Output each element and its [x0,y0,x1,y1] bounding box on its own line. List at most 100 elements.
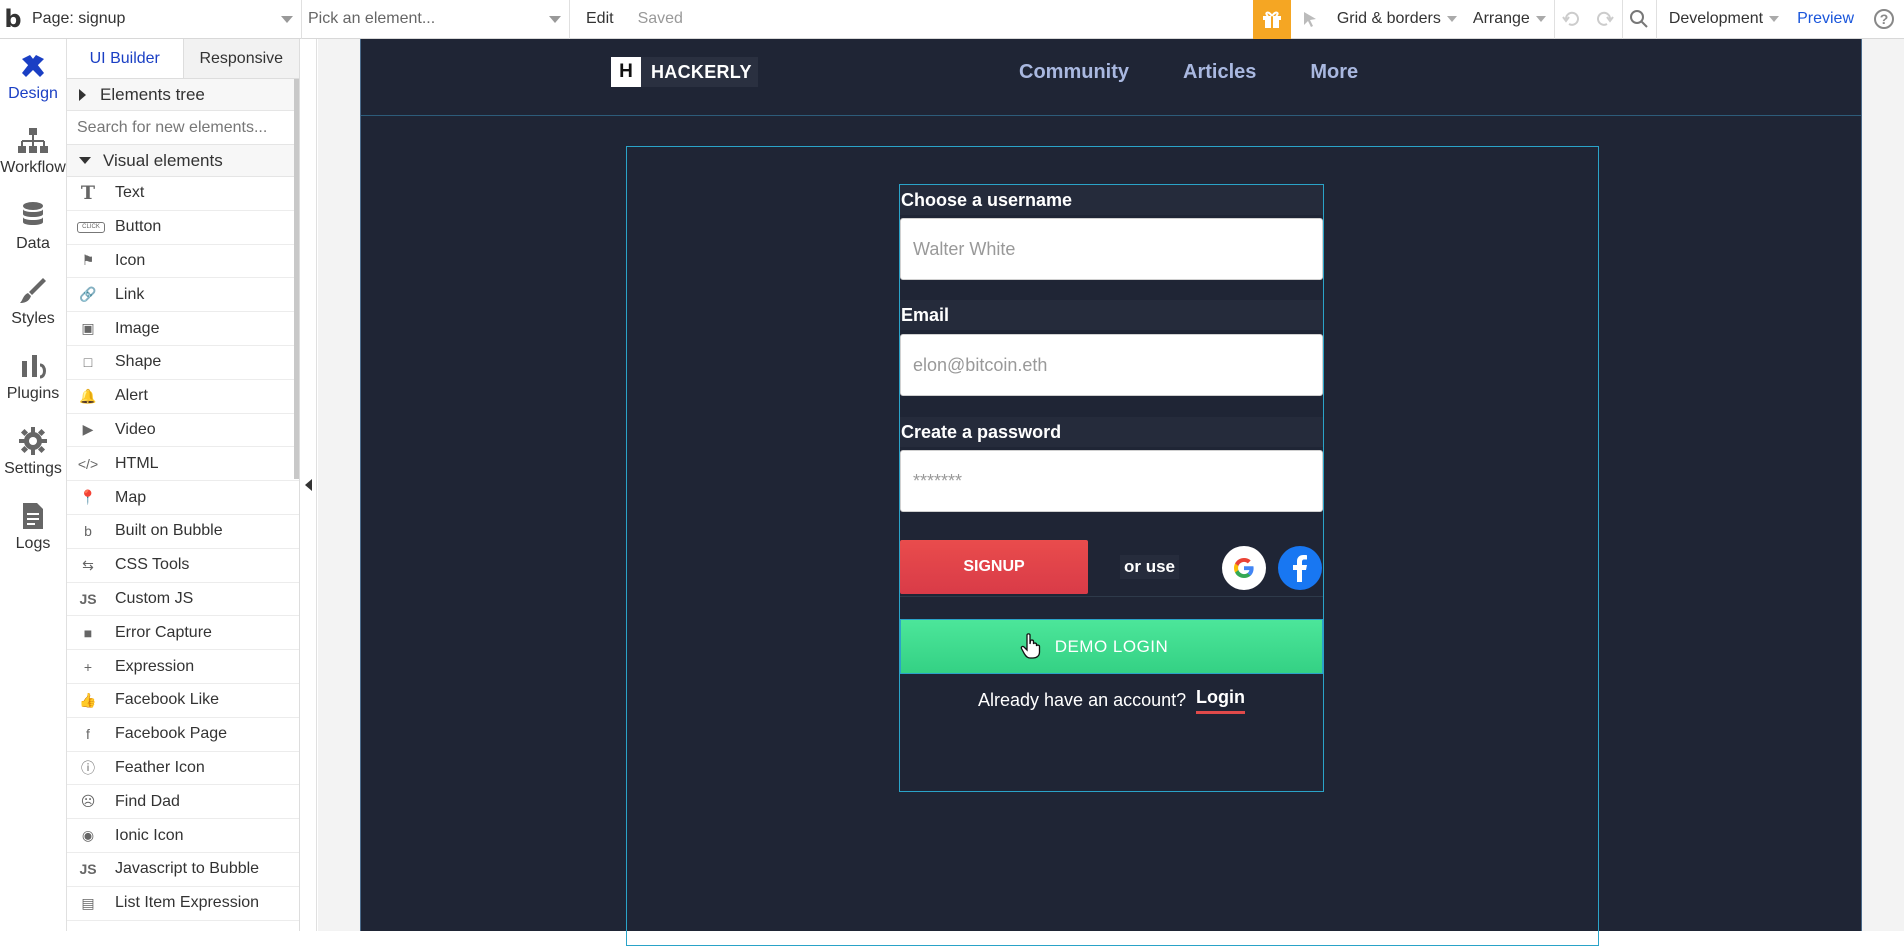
element-item-link[interactable]: 🔗 Link [67,278,299,313]
element-item-button[interactable]: CLICK Button [67,211,299,245]
chevron-down-icon [281,15,293,23]
element-item-expression[interactable]: + Expression [67,650,299,684]
element-item-shape[interactable]: □ Shape [67,346,299,380]
gift-icon[interactable] [1252,0,1291,39]
rail-label: Plugins [6,384,60,402]
visual-elements-toggle[interactable]: Visual elements [67,145,299,177]
element-item-facebook-page[interactable]: f Facebook Page [67,718,299,752]
element-item-built-on-bubble[interactable]: b Built on Bubble [67,515,299,549]
signup-form[interactable]: Choose a username Walter White Email elo… [899,184,1324,792]
element-picker[interactable]: Pick an element... [302,0,570,39]
rail-label: Data [16,234,50,252]
elements-tree-label: Elements tree [100,84,205,104]
nav-community[interactable]: Community [1019,61,1129,84]
chevron-down-icon [549,15,561,23]
nav-more[interactable]: More [1310,61,1358,84]
panel-collapse-handle[interactable] [300,39,317,931]
text-icon: T [80,182,96,205]
element-item-label: List Item Expression [115,894,260,912]
expression-icon: + [83,658,93,675]
grid-borders-menu[interactable]: Grid & borders [1329,0,1465,39]
panel-tabs: UI Builder Responsive [67,39,299,79]
element-item-label: Text [115,184,145,202]
rail-logs[interactable]: Logs [0,489,66,564]
brand-logo[interactable]: H HACKERLY [611,57,758,87]
redo-icon[interactable] [1588,0,1622,39]
element-item-label: HTML [115,454,159,472]
rail-workflow[interactable]: Workflow [0,114,66,189]
brand-mark: H [611,57,641,87]
rail-label: Styles [11,309,55,327]
image-icon: ▣ [81,320,95,337]
elements-tree-toggle[interactable]: Elements tree [67,79,299,111]
facebook-page-icon: f [86,726,90,743]
element-item-ionic-icon[interactable]: ◉ Ionic Icon [67,819,299,853]
email-input[interactable]: elon@bitcoin.eth [900,334,1323,396]
chevron-right-icon [79,88,86,101]
environment-select[interactable]: Development [1655,0,1787,39]
password-input[interactable]: ******* [900,450,1323,512]
select-cursor-icon[interactable] [1291,0,1329,39]
gear-icon [19,426,47,455]
visual-elements-list: T Text CLICK Button ⚑ Icon 🔗 Link ▣ Image □ Shape 🔔 A… [67,177,299,921]
page-signup[interactable]: H HACKERLY Community Articles More Choos… [360,39,1862,946]
rail-design[interactable]: Design [0,39,66,114]
design-icon [22,54,44,77]
database-icon [23,201,43,225]
page-selector[interactable]: Page: signup [26,0,302,39]
tab-responsive[interactable]: Responsive [183,39,299,78]
facebook-login-button[interactable] [1278,546,1322,590]
saved-status: Saved [637,10,683,27]
edit-menu[interactable]: Edit [570,0,626,39]
element-item-label: CSS Tools [115,556,190,574]
rail-label: Logs [15,534,51,552]
help-button[interactable]: ? [1864,0,1904,39]
rail-data[interactable]: Data [0,189,66,264]
element-search-input[interactable] [77,118,287,137]
element-item-facebook-like[interactable]: 👍 Facebook Like [67,684,299,718]
chevron-down-icon [1535,16,1546,22]
element-item-css-tools[interactable]: ⇆ CSS Tools [67,549,299,583]
arrange-label: Arrange [1472,10,1530,27]
google-login-button[interactable] [1222,546,1266,590]
bubble-logo-icon[interactable]: b [0,0,26,39]
rail-styles[interactable]: Styles [0,264,66,339]
element-item-video[interactable]: ▶ Video [67,414,299,448]
rail-label: Settings [4,459,62,477]
element-item-html[interactable]: </> HTML [67,447,299,482]
element-item-error-capture[interactable]: ■ Error Capture [67,616,299,651]
visual-elements-label: Visual elements [103,150,223,170]
login-link[interactable]: Login [1196,687,1245,714]
element-item-image[interactable]: ▣ Image [67,312,299,346]
element-item-list-item-expression[interactable]: ▤ List Item Expression [67,887,299,921]
environment-label: Development [1668,10,1764,27]
rail-plugins[interactable]: Plugins [0,339,66,414]
username-label: Choose a username [900,185,1323,215]
element-item-javascript-to-bubble[interactable]: JS Javascript to Bubble [67,853,299,887]
search-icon[interactable] [1621,0,1656,39]
rail-settings[interactable]: Settings [0,414,66,489]
nav-articles[interactable]: Articles [1183,61,1256,84]
tab-ui-builder[interactable]: UI Builder [67,39,184,78]
preview-button[interactable]: Preview [1787,0,1864,39]
element-item-label: Javascript to Bubble [115,860,260,878]
element-item-feather-icon[interactable]: ⓘ Feather Icon [67,752,299,786]
site-header[interactable]: H HACKERLY Community Articles More [361,39,1861,116]
left-rail: Design Workflow Data Styles Plugins Sett… [0,39,67,931]
element-item-label: Expression [115,657,195,675]
username-input[interactable]: Walter White [900,218,1323,280]
element-item-icon[interactable]: ⚑ Icon [67,245,299,279]
element-item-label: Icon [115,251,146,269]
demo-login-button[interactable]: DEMO LOGIN [900,619,1323,674]
page-selector-label: Page: signup [32,10,126,27]
element-item-map[interactable]: 📍 Map [67,481,299,515]
element-item-text[interactable]: T Text [67,177,299,211]
undo-icon[interactable] [1553,0,1588,39]
signup-button[interactable]: SIGNUP [900,540,1088,594]
list-item-expression-icon: ▤ [81,894,95,911]
element-item-alert[interactable]: 🔔 Alert [67,380,299,414]
element-item-find-dad[interactable]: ☹ Find Dad [67,785,299,820]
element-item-custom-js[interactable]: JS Custom JS [67,583,299,617]
arrange-menu[interactable]: Arrange [1465,0,1554,39]
chevron-left-icon [304,479,312,491]
